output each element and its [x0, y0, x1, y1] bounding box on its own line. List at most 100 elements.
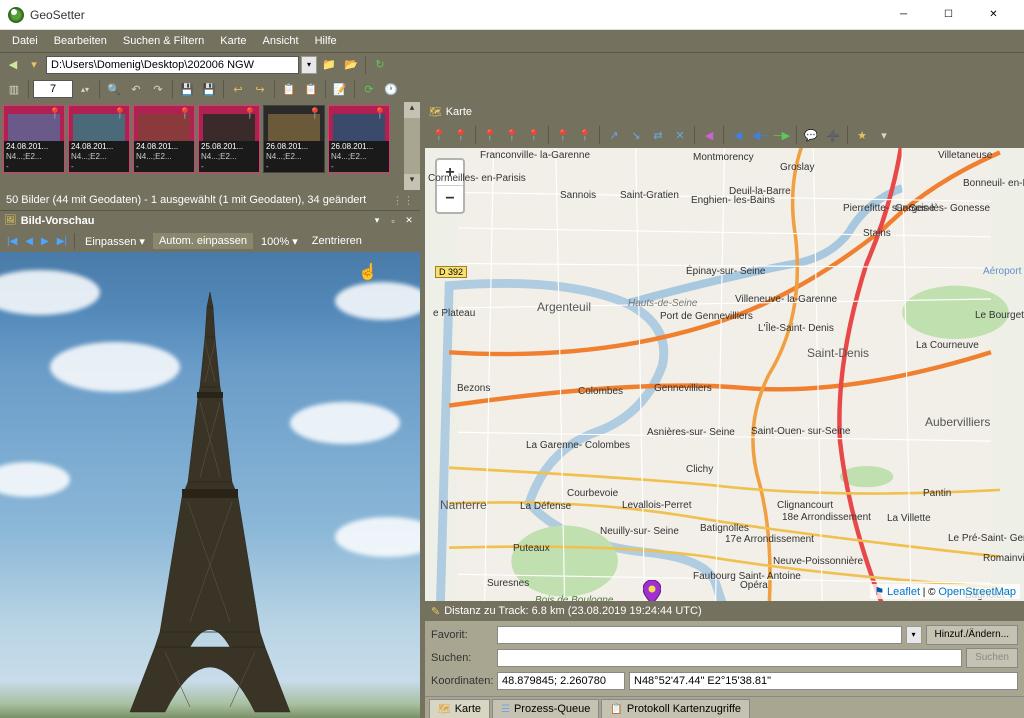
leaflet-link[interactable]: Leaflet: [887, 586, 920, 598]
marker-red-icon[interactable]: 📍: [480, 125, 500, 145]
thumbnail-item[interactable]: 📍26.08.201...N4...;E2...-: [328, 105, 390, 173]
thumbnail-item[interactable]: 📍24.08.201...N4...;E2...-: [3, 105, 65, 173]
save-icon[interactable]: 💾: [177, 79, 197, 99]
tab-map[interactable]: 🗺Karte: [429, 699, 490, 718]
marker-green-minus-icon[interactable]: 📍: [451, 125, 471, 145]
zoom-in-button[interactable]: +: [437, 160, 463, 186]
refresh-folder-icon[interactable]: 📂: [341, 56, 361, 74]
direction-plus-icon[interactable]: ✕: [670, 125, 690, 145]
menubar: Datei Bearbeiten Suchen & Filtern Karte …: [0, 30, 1024, 52]
menu-file[interactable]: Datei: [4, 32, 46, 50]
maximize-button[interactable]: ☐: [926, 0, 971, 29]
sort-button[interactable]: ▥: [4, 79, 24, 99]
add-change-button[interactable]: Hinzuf./Ändern...: [926, 625, 1018, 645]
edit-data-icon[interactable]: 📝: [330, 79, 350, 99]
back-icon[interactable]: ◀: [4, 56, 22, 74]
direction-minus-icon[interactable]: ↘: [626, 125, 646, 145]
marker-green-icon[interactable]: 📍: [429, 125, 449, 145]
thumb-dash: -: [134, 162, 194, 172]
marker-red-minus-icon[interactable]: 📍: [524, 125, 544, 145]
gps-sync-icon[interactable]: ⟳: [359, 79, 379, 99]
thumb-size-spinner[interactable]: [33, 80, 73, 98]
direction-icon[interactable]: ↗: [604, 125, 624, 145]
thumbnail-scrollbar[interactable]: ▴▾: [404, 102, 420, 190]
last-image-icon[interactable]: ▶|: [54, 234, 70, 249]
save-all-icon[interactable]: 💾: [199, 79, 219, 99]
track-next-icon[interactable]: ─▶: [772, 125, 792, 145]
panel-minimize-button[interactable]: ▾: [370, 214, 384, 228]
track-prev-purple-icon[interactable]: ◀: [699, 125, 719, 145]
left-pane: 📍24.08.201...N4...;E2...-📍24.08.201...N4…: [0, 102, 420, 718]
marker-red-plus-icon[interactable]: 📍: [502, 125, 522, 145]
favorite-dropdown[interactable]: ▾: [874, 125, 894, 145]
thumbnail-item[interactable]: 📍24.08.201...N4...;E2...-: [133, 105, 195, 173]
thumbnail-item[interactable]: 📍24.08.201...N4...;E2...-: [68, 105, 130, 173]
search-input[interactable]: [497, 649, 962, 667]
image-count-status: 50 Bilder (44 mit Geodaten) - 1 ausgewäh…: [0, 190, 420, 210]
auto-fit-button[interactable]: Autom. einpassen: [153, 233, 253, 249]
panel-pin-button[interactable]: ▫: [386, 214, 400, 228]
add-poi-icon[interactable]: ➕: [823, 125, 843, 145]
thumb-geo: N4...;E2...: [4, 152, 64, 162]
thumbnail-item[interactable]: 📍25.08.201...N4...;E2...-: [198, 105, 260, 173]
paste-icon[interactable]: 📋: [301, 79, 321, 99]
toolbar-thumbnails: ▥ ▴▾ 🔍 ↶ ↷ 💾 💾 ↩ ↪ 📋 📋 📝 ⟳ 🕐: [0, 76, 1024, 102]
thumb-date: 24.08.201...: [69, 141, 129, 152]
menu-edit[interactable]: Bearbeiten: [46, 32, 115, 50]
pin-icon: 📍: [243, 107, 257, 120]
marker-purple-alt-icon[interactable]: 📍: [575, 125, 595, 145]
app-title: GeoSetter: [30, 8, 881, 22]
rotate-left-icon[interactable]: ↶: [126, 79, 146, 99]
marker-purple-icon[interactable]: 📍: [553, 125, 573, 145]
refresh-icon[interactable]: ↻: [370, 56, 390, 74]
zoom-out-icon[interactable]: 🔍: [104, 79, 124, 99]
coord-dms-input[interactable]: [629, 672, 1018, 690]
prev-image-icon[interactable]: ◀: [22, 234, 36, 249]
center-button[interactable]: Zentrieren: [306, 233, 368, 249]
spinner-up-down[interactable]: ▴▾: [75, 79, 95, 99]
first-image-icon[interactable]: |◀: [4, 234, 20, 249]
chat-icon[interactable]: 💬: [801, 125, 821, 145]
rotate-right-icon[interactable]: ↷: [148, 79, 168, 99]
favorite-dropdown-arrow[interactable]: ▾: [906, 626, 922, 644]
map-marker-selected[interactable]: [643, 580, 661, 601]
zoom-100-button[interactable]: 100% ▾: [255, 233, 304, 250]
close-button[interactable]: ✕: [971, 0, 1016, 29]
tab-access-log[interactable]: 📋Protokoll Kartenzugriffe: [601, 699, 750, 718]
clock-icon[interactable]: 🕐: [381, 79, 401, 99]
up-folder-icon[interactable]: 📁: [319, 56, 339, 74]
menu-view[interactable]: Ansicht: [255, 32, 307, 50]
thumbnail-strip: 📍24.08.201...N4...;E2...-📍24.08.201...N4…: [0, 102, 420, 190]
tab-process-queue[interactable]: ☰Prozess-Queue: [492, 699, 599, 718]
coord-decimal-input[interactable]: [497, 672, 625, 690]
copy-icon[interactable]: 📋: [279, 79, 299, 99]
app-icon: [8, 7, 24, 23]
preview-toolbar: |◀ ◀ ▶ ▶| Einpassen ▾ Autom. einpassen 1…: [0, 230, 420, 252]
track-prev-icon[interactable]: ◀─: [750, 125, 770, 145]
favorite-star-icon[interactable]: ★: [852, 125, 872, 145]
thumb-date: 25.08.201...: [199, 141, 259, 152]
image-preview[interactable]: ☝: [0, 252, 420, 718]
track-first-icon[interactable]: ◀: [728, 125, 748, 145]
menu-search-filter[interactable]: Suchen & Filtern: [115, 32, 212, 50]
favorite-input[interactable]: [497, 626, 902, 644]
thumbnail-item[interactable]: 📍26.08.201...N4...;E2...-: [263, 105, 325, 173]
zoom-out-button[interactable]: −: [437, 186, 463, 212]
panel-close-button[interactable]: ✕: [402, 214, 416, 228]
direction-arrows-icon[interactable]: ⇄: [648, 125, 668, 145]
search-button[interactable]: Suchen: [966, 648, 1018, 668]
redo-icon[interactable]: ↪: [250, 79, 270, 99]
map-view[interactable]: D 392 + − Franconville- la-Garenne Corme…: [425, 148, 1024, 601]
menu-map[interactable]: Karte: [212, 32, 254, 50]
road-badge-d392: D 392: [435, 266, 467, 278]
minimize-button[interactable]: ─: [881, 0, 926, 29]
drive-icon[interactable]: ▾: [24, 55, 44, 75]
path-input[interactable]: [46, 56, 299, 74]
next-image-icon[interactable]: ▶: [38, 234, 52, 249]
pathbar: ◀ ▾ ▾ 📁 📂 ↻: [0, 52, 1024, 76]
path-dropdown-arrow[interactable]: ▾: [301, 56, 317, 74]
osm-link[interactable]: OpenStreetMap: [938, 586, 1016, 598]
fit-button[interactable]: Einpassen ▾: [79, 233, 151, 250]
menu-help[interactable]: Hilfe: [307, 32, 345, 50]
undo-icon[interactable]: ↩: [228, 79, 248, 99]
